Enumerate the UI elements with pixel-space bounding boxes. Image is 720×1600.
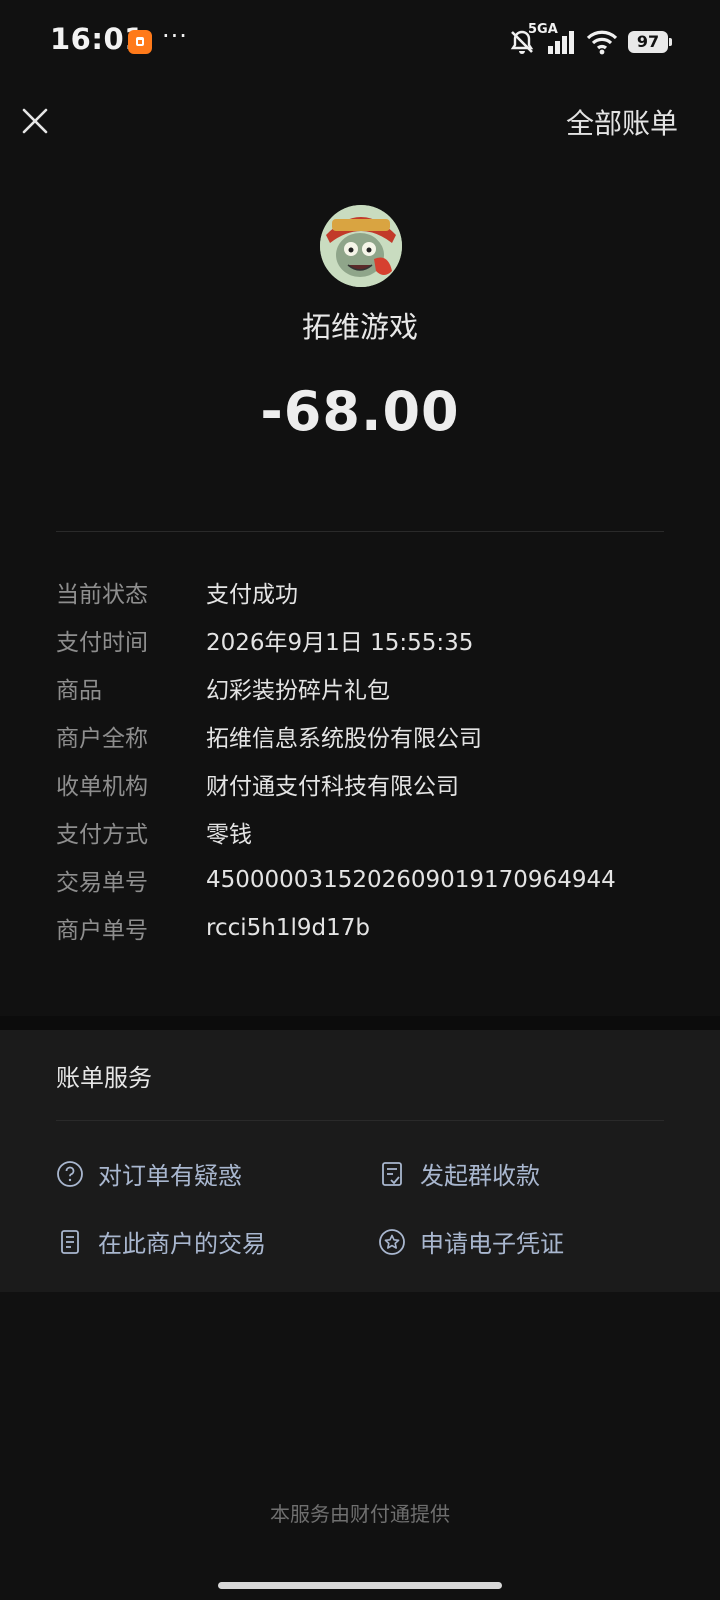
detail-value: 2026年9月1日 15:55:35 — [206, 630, 474, 656]
footer-provider-text: 本服务由财付通提供 — [270, 1502, 450, 1526]
detail-label: 当前状态 — [56, 582, 148, 608]
detail-label: 收单机构 — [56, 774, 148, 800]
star-badge-icon — [379, 1228, 405, 1255]
services-title: 账单服务 — [56, 1064, 152, 1092]
bell-muted-icon — [510, 30, 534, 54]
service-label: 发起群收款 — [420, 1162, 540, 1190]
detail-label: 支付方式 — [56, 822, 148, 848]
detail-row-product: 商品 幻彩装扮碎片礼包 — [56, 664, 676, 712]
order-question-button[interactable]: 对订单有疑惑 — [56, 1156, 242, 1191]
detail-value: 财付通支付科技有限公司 — [206, 774, 459, 800]
home-indicator[interactable] — [218, 1582, 502, 1589]
group-collect-icon — [382, 1161, 402, 1186]
detail-label: 商户全称 — [56, 726, 148, 752]
merchant-avatar — [320, 205, 402, 287]
section-separator — [0, 1016, 720, 1030]
detail-label: 支付时间 — [56, 630, 148, 656]
detail-label: 交易单号 — [56, 870, 148, 896]
detail-value: 拓维信息系统股份有限公司 — [206, 726, 482, 752]
detail-label: 商品 — [56, 678, 102, 704]
app-notification-icon — [128, 30, 152, 54]
question-circle-icon — [57, 1160, 83, 1187]
detail-label: 商户单号 — [56, 918, 148, 944]
signal-icon — [548, 31, 574, 54]
document-icon — [61, 1229, 79, 1254]
e-voucher-button[interactable]: 申请电子凭证 — [378, 1224, 564, 1259]
status-bar: 16:01 ··· 5GA 97 — [0, 0, 720, 84]
bill-services-card: 账单服务 对订单有疑惑 发起群收款 在此商户的交易 申请电子凭证 — [0, 1030, 720, 1292]
detail-value[interactable]: rcci5h1l9d17b — [206, 915, 370, 941]
detail-row-pay-time: 支付时间 2026年9月1日 15:55:35 — [56, 616, 676, 664]
transaction-details: 当前状态 支付成功 支付时间 2026年9月1日 15:55:35 商品 幻彩装… — [56, 568, 676, 952]
detail-row-merchant-full-name: 商户全称 拓维信息系统股份有限公司 — [56, 712, 676, 760]
detail-row-transaction-id: 交易单号 4500000315202609019170964944 — [56, 856, 676, 904]
battery-icon: 97 — [628, 31, 672, 53]
close-button[interactable] — [18, 104, 52, 138]
detail-row-pay-method: 支付方式 零钱 — [56, 808, 676, 856]
detail-row-status: 当前状态 支付成功 — [56, 568, 676, 616]
service-label: 对订单有疑惑 — [98, 1162, 242, 1190]
detail-value: 零钱 — [206, 822, 252, 848]
detail-row-acquirer: 收单机构 财付通支付科技有限公司 — [56, 760, 676, 808]
detail-value: 幻彩装扮碎片礼包 — [206, 678, 390, 704]
wifi-icon — [586, 30, 618, 55]
service-label: 在此商户的交易 — [98, 1230, 266, 1258]
more-notifications-icon: ··· — [162, 22, 188, 50]
service-label: 申请电子凭证 — [420, 1230, 564, 1258]
group-collect-button[interactable]: 发起群收款 — [378, 1156, 540, 1191]
payment-amount: -68.00 — [260, 380, 460, 443]
detail-row-merchant-order-id: 商户单号 rcci5h1l9d17b — [56, 904, 676, 952]
close-icon — [22, 108, 48, 134]
divider — [56, 1120, 664, 1121]
all-bills-link[interactable]: 全部账单 — [566, 102, 678, 142]
status-icons: 97 — [508, 24, 672, 60]
detail-value[interactable]: 4500000315202609019170964944 — [206, 867, 616, 893]
detail-value: 支付成功 — [206, 582, 298, 608]
merchant-name: 拓维游戏 — [301, 310, 418, 344]
zombie-avatar-icon — [320, 205, 402, 287]
merchant-transactions-button[interactable]: 在此商户的交易 — [56, 1224, 266, 1259]
divider — [56, 531, 664, 532]
